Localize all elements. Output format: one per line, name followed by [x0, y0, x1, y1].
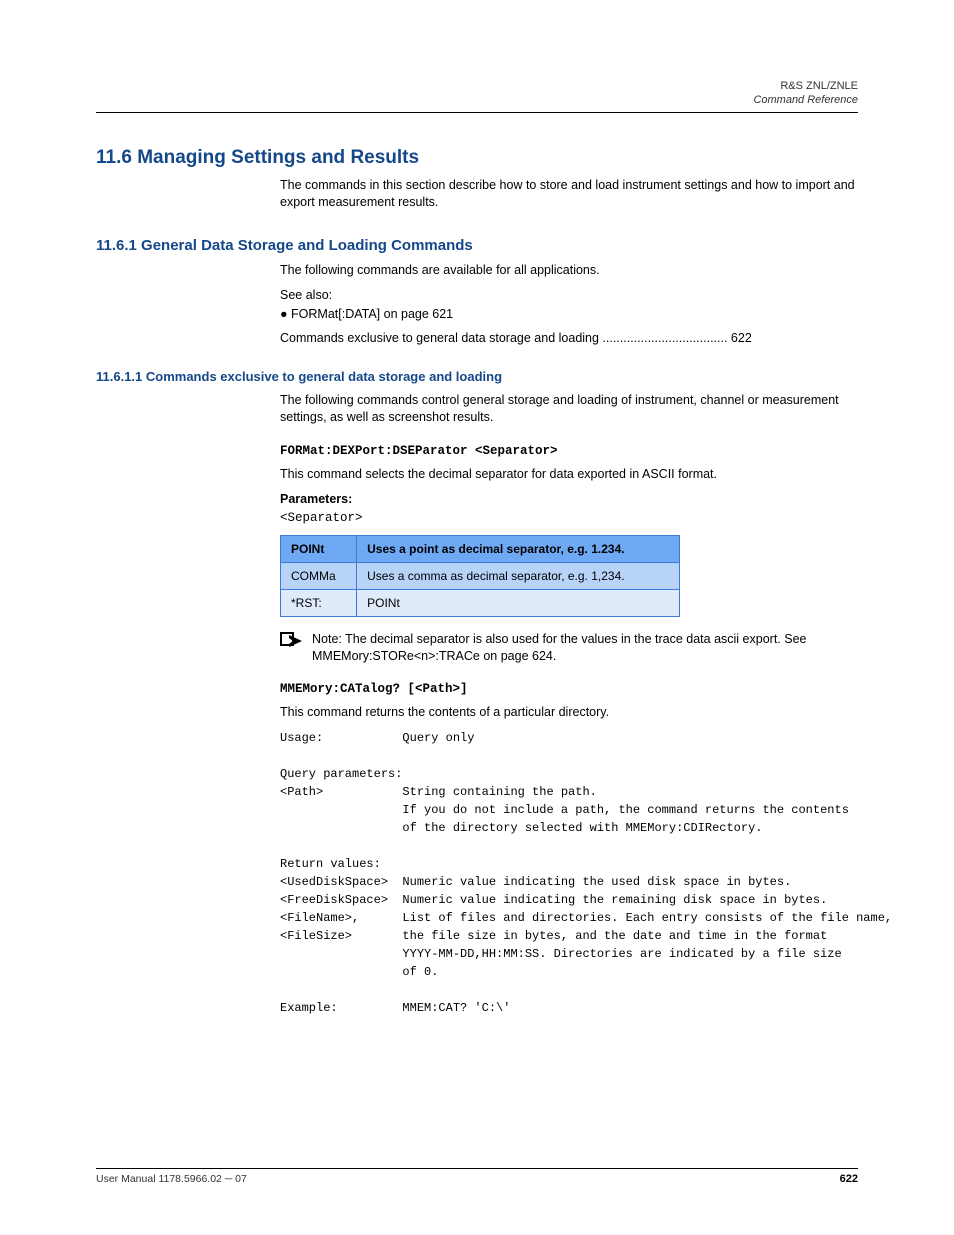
table-cell: POINt	[357, 589, 680, 616]
table-cell: POINt	[281, 535, 357, 562]
parameter-name: <Separator>	[280, 510, 858, 527]
header-section-title: Command Reference	[96, 94, 858, 106]
body-text: The following commands control general s…	[280, 392, 858, 426]
page-footer: User Manual 1178.5966.02 ─ 07 622	[96, 1168, 858, 1185]
body-text: The following commands are available for…	[280, 262, 858, 279]
toc-line: Commands exclusive to general data stora…	[280, 330, 858, 347]
table-row: *RST: POINt	[281, 589, 680, 616]
body-text: This command selects the decimal separat…	[280, 466, 858, 483]
note-icon	[280, 631, 302, 655]
heading-level-4: 11.6.1.1 Commands exclusive to general d…	[96, 369, 858, 384]
note-block: Note: The decimal separator is also used…	[280, 631, 858, 665]
body-text: See also:	[280, 287, 858, 304]
code-block: Usage: Query only Query parameters: <Pat…	[280, 729, 858, 1017]
note-text: Note: The decimal separator is also used…	[312, 631, 858, 665]
header-path: R&S ZNL/ZNLE	[96, 80, 858, 92]
page-number: 622	[840, 1173, 858, 1185]
intro-paragraph: The commands in this section describe ho…	[280, 177, 858, 211]
table-row: COMMa Uses a comma as decimal separator,…	[281, 562, 680, 589]
page: R&S ZNL/ZNLE Command Reference 11.6 Mana…	[0, 0, 954, 1235]
table-row-header: POINt Uses a point as decimal separator,…	[281, 535, 680, 562]
heading-level-2: 11.6 Managing Settings and Results	[96, 147, 858, 169]
table-cell: Uses a comma as decimal separator, e.g. …	[357, 562, 680, 589]
command-name: FORMat:DEXPort:DSEParator <Separator>	[280, 444, 858, 458]
table-cell: Uses a point as decimal separator, e.g. …	[357, 535, 680, 562]
footer-left: User Manual 1178.5966.02 ─ 07	[96, 1173, 247, 1185]
command-name: MMEMory:CATalog? [<Path>]	[280, 682, 858, 696]
body-text: This command returns the contents of a p…	[280, 704, 858, 721]
table-cell: *RST:	[281, 589, 357, 616]
heading-level-3: 11.6.1 General Data Storage and Loading …	[96, 237, 858, 254]
header-rule	[96, 112, 858, 113]
table-cell: COMMa	[281, 562, 357, 589]
parameters-label: Parameters:	[280, 491, 858, 508]
list-item: ● FORMat[:DATA] on page 621	[280, 306, 858, 323]
parameter-table: POINt Uses a point as decimal separator,…	[280, 535, 680, 617]
